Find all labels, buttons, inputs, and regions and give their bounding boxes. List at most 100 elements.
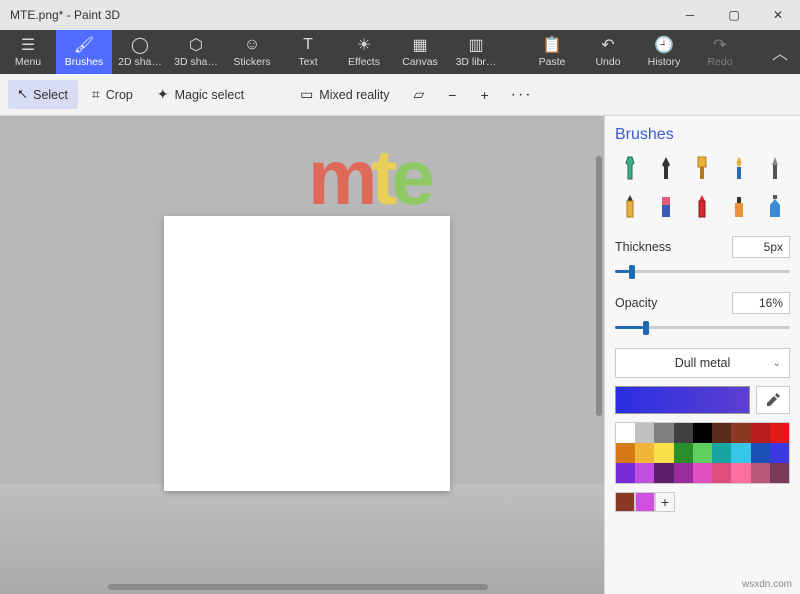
- history-icon: 🕘: [654, 36, 674, 54]
- color-swatch[interactable]: [674, 443, 693, 463]
- collapse-ribbon-button[interactable]: ︿: [760, 30, 800, 74]
- color-swatch[interactable]: [635, 443, 654, 463]
- tab-2d-shapes[interactable]: ◯2D sha…: [112, 30, 168, 74]
- color-swatch[interactable]: [654, 463, 673, 483]
- maximize-button[interactable]: ▢: [712, 0, 756, 30]
- current-color-swatch[interactable]: [615, 386, 750, 414]
- history-button[interactable]: 🕘History: [636, 30, 692, 74]
- color-swatch[interactable]: [693, 463, 712, 483]
- brush-fill[interactable]: [760, 192, 790, 222]
- color-swatch[interactable]: [674, 423, 693, 443]
- more-button[interactable]: ···: [503, 86, 541, 104]
- sticker-icon: ☺: [244, 36, 260, 54]
- brush-crayon[interactable]: [687, 192, 717, 222]
- add-color-button[interactable]: +: [655, 492, 675, 512]
- plus-icon: +: [480, 87, 488, 103]
- color-swatch[interactable]: [712, 463, 731, 483]
- color-swatch[interactable]: [770, 463, 789, 483]
- chevron-down-icon: ⌄: [773, 358, 781, 369]
- close-button[interactable]: ✕: [756, 0, 800, 30]
- magic-select-tool[interactable]: ✦Magic select: [147, 80, 254, 109]
- brush-eraser[interactable]: [651, 192, 681, 222]
- redo-button[interactable]: ↷Redo: [692, 30, 748, 74]
- color-swatch[interactable]: [635, 423, 654, 443]
- color-swatch[interactable]: [635, 463, 654, 483]
- custom-color-swatch[interactable]: [615, 492, 635, 512]
- paste-button[interactable]: 📋Paste: [524, 30, 580, 74]
- tab-text[interactable]: TText: [280, 30, 336, 74]
- circle-icon: ◯: [131, 36, 149, 54]
- zoom-out-button[interactable]: −: [438, 81, 466, 109]
- brush-icon: 🖌: [74, 36, 94, 54]
- eyedropper-button[interactable]: [756, 386, 790, 414]
- zoom-in-button[interactable]: +: [470, 81, 498, 109]
- color-palette: [615, 422, 790, 484]
- color-swatch[interactable]: [616, 443, 635, 463]
- select-tool[interactable]: ⭦Select: [8, 80, 78, 109]
- vertical-scrollbar[interactable]: [596, 156, 602, 416]
- color-swatch[interactable]: [731, 463, 750, 483]
- color-swatch[interactable]: [654, 443, 673, 463]
- color-swatch[interactable]: [616, 463, 635, 483]
- color-swatch[interactable]: [770, 443, 789, 463]
- color-swatch[interactable]: [751, 443, 770, 463]
- brush-pencil[interactable]: [615, 192, 645, 222]
- canvas-surface[interactable]: [164, 216, 450, 491]
- mte-text-object[interactable]: mte: [308, 132, 429, 223]
- color-swatch[interactable]: [693, 423, 712, 443]
- brush-spray[interactable]: [724, 192, 754, 222]
- color-swatch[interactable]: [731, 443, 750, 463]
- effects-icon: ☀: [357, 36, 371, 54]
- panel-title: Brushes: [615, 126, 790, 144]
- undo-button[interactable]: ↶Undo: [580, 30, 636, 74]
- opacity-slider[interactable]: [615, 318, 790, 336]
- current-color-row: [615, 386, 790, 414]
- color-swatch[interactable]: [674, 463, 693, 483]
- opacity-input[interactable]: 16%: [732, 292, 790, 314]
- brush-picker: [615, 154, 790, 222]
- magic-icon: ✦: [157, 86, 169, 103]
- color-swatch[interactable]: [712, 443, 731, 463]
- color-swatch[interactable]: [654, 423, 673, 443]
- color-swatch[interactable]: [751, 423, 770, 443]
- paste-icon: 📋: [542, 36, 562, 54]
- tab-effects[interactable]: ☀Effects: [336, 30, 392, 74]
- brush-marker[interactable]: [615, 154, 645, 184]
- thickness-label: Thickness: [615, 240, 671, 254]
- cube-icon: ⬡: [189, 36, 203, 54]
- custom-color-swatch[interactable]: [635, 492, 655, 512]
- opacity-label: Opacity: [615, 296, 657, 310]
- minimize-button[interactable]: ─: [668, 0, 712, 30]
- tab-canvas[interactable]: ▦Canvas: [392, 30, 448, 74]
- tab-brushes[interactable]: 🖌Brushes: [56, 30, 112, 74]
- library-icon: ▥: [468, 36, 483, 54]
- color-swatch[interactable]: [693, 443, 712, 463]
- brush-calligraphy[interactable]: [651, 154, 681, 184]
- watermark: wsxdn.com: [742, 579, 792, 590]
- eyedropper-icon: [765, 392, 781, 408]
- tab-3d-library[interactable]: ▥3D libr…: [448, 30, 504, 74]
- color-swatch[interactable]: [712, 423, 731, 443]
- crop-tool[interactable]: ⌗Crop: [82, 80, 143, 109]
- color-swatch[interactable]: [770, 423, 789, 443]
- thickness-input[interactable]: 5px: [732, 236, 790, 258]
- brush-oil[interactable]: [687, 154, 717, 184]
- custom-colors-row: +: [615, 492, 790, 512]
- menu-button[interactable]: ☰Menu: [0, 30, 56, 74]
- color-swatch[interactable]: [616, 423, 635, 443]
- flag-tool[interactable]: ▱: [403, 80, 434, 109]
- color-swatch[interactable]: [751, 463, 770, 483]
- canvas-area[interactable]: mte: [0, 116, 604, 594]
- color-swatch[interactable]: [731, 423, 750, 443]
- tab-3d-shapes[interactable]: ⬡3D sha…: [168, 30, 224, 74]
- horizontal-scrollbar[interactable]: [108, 584, 488, 590]
- brush-watercolor[interactable]: [724, 154, 754, 184]
- material-dropdown[interactable]: Dull metal ⌄: [615, 348, 790, 378]
- brush-pixel[interactable]: [760, 154, 790, 184]
- mixed-reality-tool[interactable]: ▭Mixed reality: [290, 80, 399, 109]
- tab-stickers[interactable]: ☺Stickers: [224, 30, 280, 74]
- opacity-row: Opacity 16%: [615, 292, 790, 314]
- thickness-slider[interactable]: [615, 262, 790, 280]
- canvas-floor: [0, 484, 604, 594]
- ribbon: ☰Menu 🖌Brushes ◯2D sha… ⬡3D sha… ☺Sticke…: [0, 30, 800, 74]
